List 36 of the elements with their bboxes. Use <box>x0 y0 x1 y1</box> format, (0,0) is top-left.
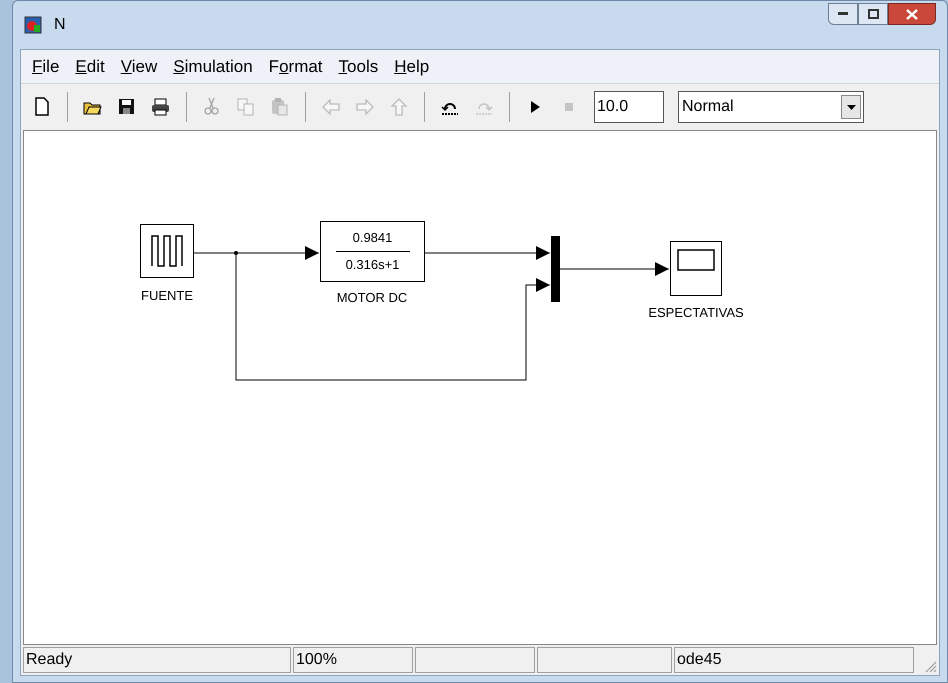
app-icon <box>24 16 42 34</box>
simulation-mode-dropdown[interactable]: Normal <box>678 91 864 123</box>
left-arrow-icon <box>321 97 341 117</box>
dropdown-arrow-icon <box>846 104 856 110</box>
block-label: MOTOR DC <box>336 289 408 307</box>
menu-item[interactable]: File <box>25 54 66 80</box>
status-text: Ready <box>23 647 291 673</box>
printer-icon <box>151 97 171 117</box>
denominator-text: 0.316s+1 <box>346 257 400 273</box>
mux-block <box>551 236 560 302</box>
status-text: ode45 <box>674 647 914 673</box>
block-label: ESPECTATIVAS <box>647 304 745 322</box>
block-label: FUENTE <box>140 287 194 305</box>
stop-time-field[interactable]: 10.0 <box>594 91 664 123</box>
maximize-button[interactable] <box>858 3 888 25</box>
up-arrow-icon <box>389 97 409 117</box>
right-arrow-icon <box>355 97 375 117</box>
junction-dot <box>234 251 238 255</box>
menu-item[interactable]: Tools <box>332 54 386 80</box>
close-button[interactable] <box>888 3 936 25</box>
scope-screen-icon <box>677 249 715 271</box>
menu-item[interactable]: Help <box>387 54 436 80</box>
minimize-icon <box>838 12 848 16</box>
resize-grip-icon <box>923 659 937 673</box>
menu-item[interactable]: Simulation <box>166 54 260 80</box>
menu-item[interactable]: Edit <box>68 54 112 80</box>
status-text: 100% <box>293 647 413 673</box>
clipboard-icon <box>270 97 290 117</box>
numerator-text: 0.9841 <box>352 230 392 246</box>
window-title: N <box>54 15 66 35</box>
restore-icon <box>868 9 878 19</box>
minimize-button[interactable] <box>828 3 858 25</box>
close-icon <box>906 8 918 20</box>
menu-item[interactable]: View <box>114 54 164 80</box>
copy-icon <box>236 97 256 117</box>
menu-item[interactable]: Format <box>262 54 330 80</box>
